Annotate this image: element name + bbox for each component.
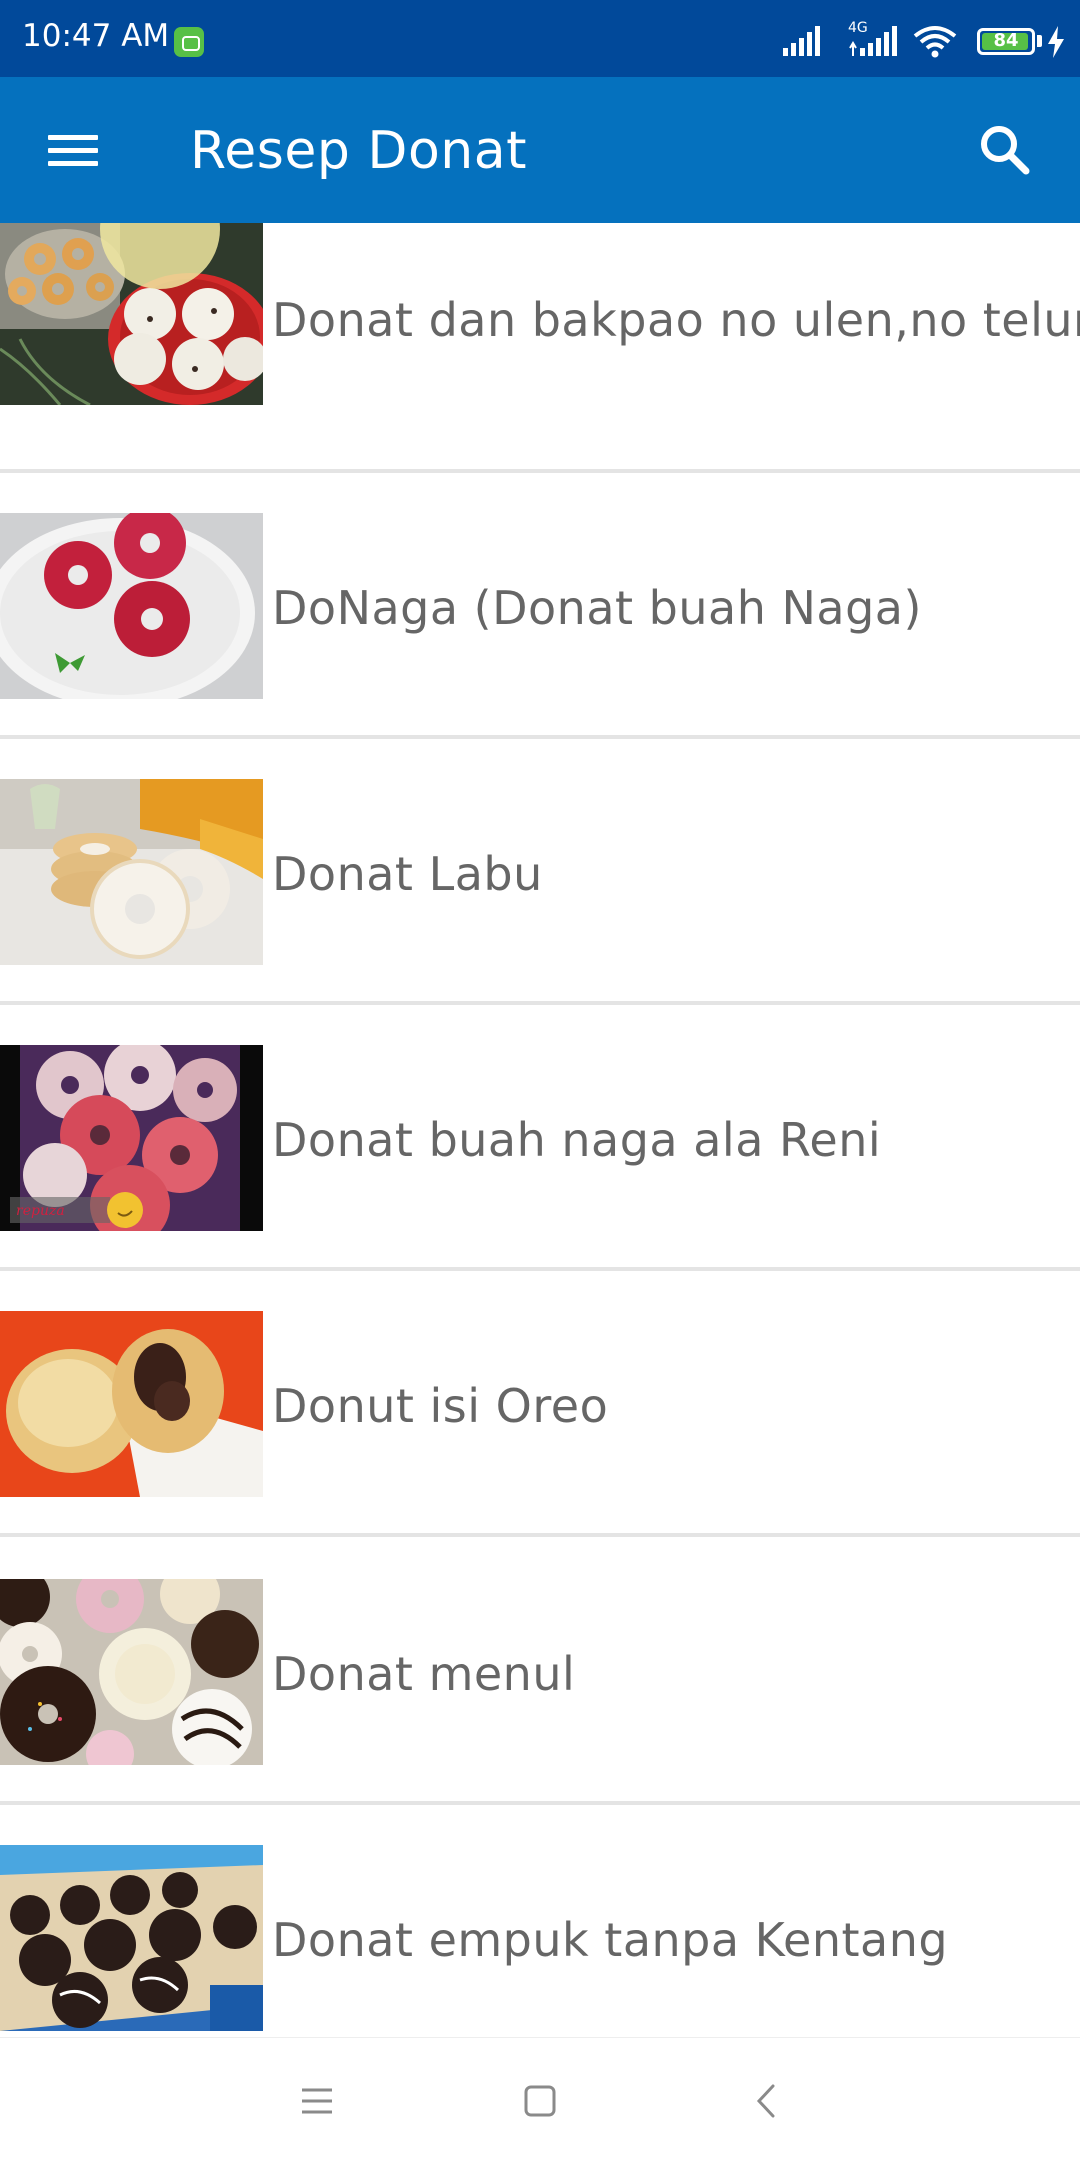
list-item[interactable]: Donat dan bakpao no ulen,no telur xyxy=(0,223,1080,473)
home-icon xyxy=(524,2085,556,2117)
4g-signal-icon xyxy=(849,26,897,56)
donut-and-bakpao-photo xyxy=(0,223,263,405)
status-time: 10:47 AM xyxy=(22,18,170,54)
recipe-thumbnail xyxy=(0,1845,263,2031)
recipe-list[interactable]: Donat dan bakpao no ulen,no telur DoNaga… xyxy=(0,223,1080,2037)
recipe-title: Donat empuk tanpa Kentang xyxy=(272,1913,949,1967)
dragon-fruit-donut-photo xyxy=(0,513,263,699)
battery-icon: 84 xyxy=(977,28,1035,55)
recipe-thumbnail xyxy=(0,779,263,965)
recipe-title: Donat menul xyxy=(272,1647,576,1701)
search-button[interactable] xyxy=(970,115,1040,185)
recipe-thumbnail xyxy=(0,1579,263,1765)
recipe-thumbnail xyxy=(0,513,263,699)
list-item[interactable]: Donat empuk tanpa Kentang xyxy=(0,1805,1080,2037)
recent-apps-button[interactable] xyxy=(282,2066,352,2136)
sugared-red-donut-photo: repuza xyxy=(0,1045,263,1231)
hamburger-line xyxy=(48,148,98,153)
recipe-title: Donat Labu xyxy=(272,847,543,901)
app-bar: Resep Donat xyxy=(0,77,1080,223)
page-title: Resep Donat xyxy=(190,121,527,181)
oreo-filled-donut-photo xyxy=(0,1311,263,1497)
recipe-title: DoNaga (Donat buah Naga) xyxy=(272,581,922,635)
hamburger-menu-icon xyxy=(48,135,98,140)
recipe-title: Donat buah naga ala Reni xyxy=(272,1113,882,1167)
battery-tip xyxy=(1037,35,1042,47)
chat-app-icon xyxy=(174,27,204,57)
back-button[interactable] xyxy=(731,2066,801,2136)
signal-icon xyxy=(783,26,820,56)
home-button[interactable] xyxy=(505,2066,575,2136)
recipe-thumbnail: repuza xyxy=(0,1045,263,1231)
list-item[interactable]: DoNaga (Donat buah Naga) xyxy=(0,473,1080,739)
list-item[interactable]: Donut isi Oreo xyxy=(0,1271,1080,1537)
svg-text:repuza: repuza xyxy=(16,1203,65,1219)
menu-button[interactable] xyxy=(30,117,116,183)
recipe-title: Donat dan bakpao no ulen,no telur xyxy=(272,293,1080,347)
wifi-icon xyxy=(913,26,957,58)
hamburger-line xyxy=(48,161,98,166)
recipe-thumbnail xyxy=(0,223,263,405)
navigation-bar xyxy=(0,2037,1080,2160)
status-bar: 10:47 AM 4G 84 xyxy=(0,0,1080,77)
battery-level: 84 xyxy=(993,30,1019,51)
list-item[interactable]: Donat menul xyxy=(0,1537,1080,1805)
chocolate-donuts-photo xyxy=(0,1845,263,2031)
pumpkin-donut-photo xyxy=(0,779,263,965)
list-item[interactable]: repuza Donat buah naga ala Reni xyxy=(0,1005,1080,1271)
recipe-title: Donut isi Oreo xyxy=(272,1379,609,1433)
topped-donuts-tray-photo xyxy=(0,1579,263,1765)
back-icon xyxy=(756,2084,775,2118)
list-item[interactable]: Donat Labu xyxy=(0,739,1080,1005)
charging-icon xyxy=(1048,26,1064,58)
recent-apps-icon xyxy=(302,2088,332,2114)
recipe-thumbnail xyxy=(0,1311,263,1497)
search-icon xyxy=(981,126,1030,175)
